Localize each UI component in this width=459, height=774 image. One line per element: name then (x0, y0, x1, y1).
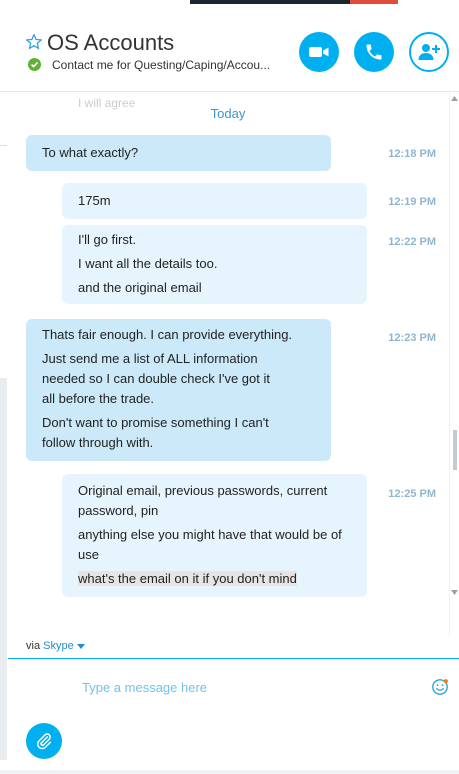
via-link-text: Skype (43, 640, 74, 652)
left-panel-edge (0, 378, 7, 760)
message-text: 175m (78, 193, 111, 208)
chat-scrollbar[interactable] (449, 92, 459, 635)
message-text: Original email, previous passwords, curr… (78, 483, 328, 518)
window-bottom-edge (0, 770, 459, 774)
top-strip-image (190, 0, 350, 4)
message-timestamp: 12:22 PM (388, 236, 436, 248)
add-person-icon (418, 44, 440, 60)
left-panel-divider (0, 145, 7, 146)
star-icon[interactable] (25, 33, 43, 51)
message-text: I want all the details too. (78, 256, 218, 271)
audio-call-button[interactable] (354, 32, 394, 72)
conversation-header: OS Accounts Contact me for Questing/Capi… (0, 6, 459, 92)
emoticon-icon[interactable] (431, 678, 449, 696)
message-text: anything else you might have that would … (78, 527, 342, 562)
message-timestamp: 12:18 PM (388, 148, 436, 160)
message-bubble-outgoing[interactable]: Original email, previous passwords, curr… (62, 474, 367, 597)
message-text: and the original email (78, 280, 202, 295)
message-via-indicator: via Skype (26, 640, 85, 652)
video-camera-icon (309, 47, 329, 57)
highlighted-message-text: what's the email on it if you don't mind (78, 571, 297, 586)
message-bubble-incoming[interactable]: To what exactly? (26, 135, 331, 171)
message-timestamp: 12:19 PM (388, 196, 436, 208)
contact-name[interactable]: OS Accounts (47, 30, 174, 56)
scroll-down-arrow-icon[interactable] (451, 590, 458, 595)
message-text: To what exactly? (42, 145, 139, 160)
message-timestamp: 12:23 PM (388, 332, 436, 344)
message-bubble-outgoing[interactable]: 175m (62, 183, 367, 219)
scroll-up-arrow-icon[interactable] (451, 96, 458, 101)
online-status-icon (28, 58, 41, 71)
message-text: Just send me a list of ALL information n… (42, 351, 270, 406)
message-bubble-incoming[interactable]: Thats fair enough. I can provide everyth… (26, 319, 331, 461)
add-participants-button[interactable] (409, 32, 449, 72)
message-text: Thats fair enough. I can provide everyth… (42, 327, 293, 342)
top-strip-close-area (350, 0, 398, 4)
paperclip-icon (36, 733, 52, 750)
day-separator: Today (210, 106, 246, 121)
message-text: Don't want to promise something I can't … (42, 415, 269, 450)
message-bubble-outgoing[interactable]: I'll go first. I want all the details to… (62, 225, 367, 304)
message-history[interactable]: I will agree Today To what exactly? 12:1… (8, 92, 448, 635)
message-timestamp: 12:25 PM (388, 488, 436, 500)
attach-button[interactable] (26, 723, 62, 759)
composer-divider (8, 658, 459, 659)
via-skype-dropdown[interactable]: Skype (43, 640, 85, 652)
message-text-selected: what's the email on it if you don't mind (78, 569, 351, 589)
phone-icon (366, 44, 382, 60)
mood-message: Contact me for Questing/Caping/Accou... (52, 58, 271, 72)
message-text: I'll go first. (78, 232, 137, 247)
message-input[interactable] (82, 676, 412, 698)
message-composer (8, 660, 459, 770)
via-label: via (26, 640, 41, 652)
chevron-down-icon (76, 643, 85, 649)
scrollbar-thumb[interactable] (453, 430, 457, 470)
video-call-button[interactable] (299, 32, 339, 72)
